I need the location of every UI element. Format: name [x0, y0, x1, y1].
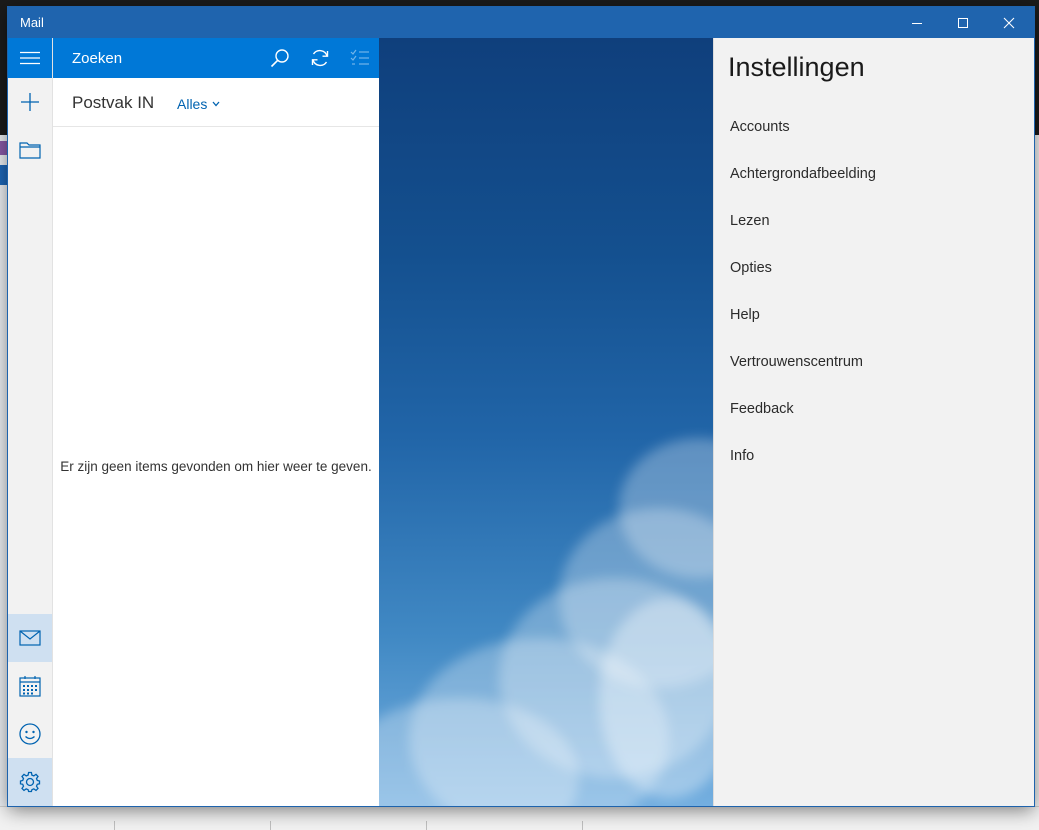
search-input[interactable]: Zoeken: [72, 50, 122, 67]
gear-icon: [19, 771, 41, 793]
maximize-button[interactable]: [940, 7, 986, 38]
folder-title: Postvak IN: [72, 93, 155, 112]
search-bar: Zoeken: [53, 38, 379, 78]
minimize-button[interactable]: [894, 7, 940, 38]
folder-header: Postvak IN Alles: [53, 78, 379, 127]
maximize-icon: [958, 17, 968, 28]
navigation-rail: [8, 38, 53, 806]
folders-button[interactable]: [8, 126, 52, 174]
close-icon: [1003, 17, 1015, 28]
settings-item-options[interactable]: Opties: [730, 260, 772, 276]
mail-nav-button[interactable]: [8, 614, 52, 662]
title-bar: Mail: [8, 7, 1034, 38]
desktop-bottom-edge: [0, 806, 1039, 830]
folder-icon: [19, 142, 41, 159]
mail-window: Mail Zoeken Postvak IN Alles Er zijn gee…: [8, 7, 1034, 806]
search-button[interactable]: [260, 38, 300, 78]
message-list-pane: Zoeken Postvak IN Alles Er zijn geen ite…: [53, 38, 379, 806]
settings-item-trust-center[interactable]: Vertrouwenscentrum: [730, 354, 863, 370]
settings-item-feedback[interactable]: Feedback: [730, 401, 794, 417]
select-icon: [350, 49, 369, 65]
selection-mode-button[interactable]: [340, 38, 380, 78]
settings-item-background-image[interactable]: Achtergrondafbeelding: [730, 166, 876, 182]
sync-icon: [311, 49, 329, 67]
window-title: Mail: [20, 15, 44, 30]
smiley-icon: [19, 723, 41, 745]
calendar-nav-button[interactable]: [8, 662, 52, 710]
reading-pane-background: [379, 38, 713, 806]
sync-button[interactable]: [300, 38, 340, 78]
mail-icon: [19, 630, 41, 646]
hamburger-icon: [20, 51, 40, 65]
filter-dropdown[interactable]: Alles: [177, 96, 220, 112]
settings-title: Instellingen: [728, 52, 865, 82]
settings-item-reading[interactable]: Lezen: [730, 213, 770, 229]
close-button[interactable]: [986, 7, 1032, 38]
feedback-nav-button[interactable]: [8, 710, 52, 758]
minimize-icon: [912, 22, 922, 24]
empty-list-message: Er zijn geen items gevonden om hier weer…: [60, 459, 372, 474]
settings-nav-button[interactable]: [8, 758, 52, 806]
settings-item-info[interactable]: Info: [730, 448, 754, 464]
plus-icon: [21, 93, 39, 111]
calendar-icon: [19, 676, 41, 697]
settings-item-accounts[interactable]: Accounts: [730, 119, 790, 135]
chevron-down-icon: [212, 101, 220, 107]
settings-panel: Instellingen Accounts Achtergrondafbeeld…: [713, 38, 1034, 806]
hamburger-button[interactable]: [8, 38, 52, 78]
new-mail-button[interactable]: [8, 78, 52, 126]
settings-item-help[interactable]: Help: [730, 307, 760, 323]
search-icon: [270, 49, 289, 68]
filter-label: Alles: [177, 96, 208, 112]
